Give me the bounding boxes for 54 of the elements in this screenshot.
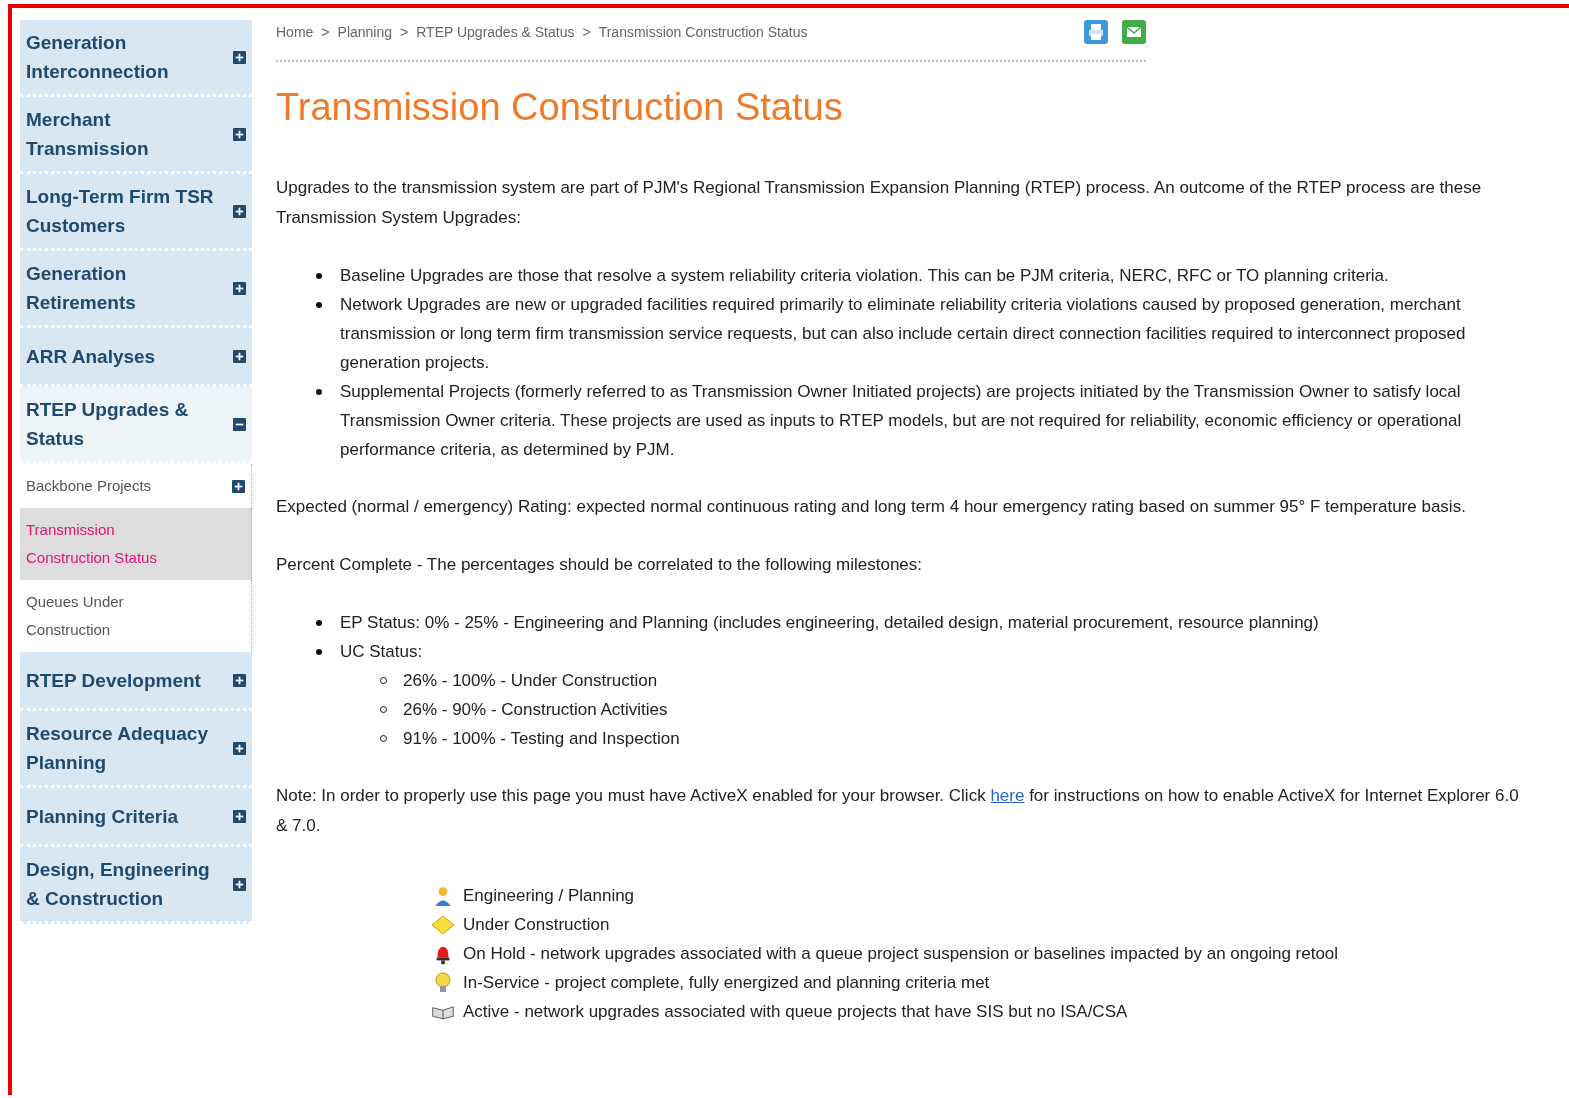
bullet-icon [316,649,322,655]
legend-label: On Hold - network upgrades associated with a queue project suspension or baselines impacted by an ongoing retool [463,943,1339,965]
print-icon[interactable] [1084,20,1108,44]
expand-icon[interactable] [233,741,246,755]
list-item: 91% - 100% - Testing and Inspection [403,728,680,750]
bullet-icon [316,273,322,279]
list-item: UC Status: [340,641,423,663]
expand-icon[interactable] [232,479,245,493]
sidebar-item[interactable]: RTEP Upgrades & Status [20,387,252,464]
here-link[interactable]: here [990,786,1025,805]
sidebar-item[interactable]: ARR Analyses [20,328,252,387]
sidebar-item[interactable]: Planning Criteria [20,788,252,847]
expand-icon[interactable] [233,673,246,687]
rating-paragraph: Expected (normal / emergency) Rating: expected normal continuous rating and long term 4 hour emergency rating based on summer 95° F temperature basis. [276,496,1467,518]
sidebar-item[interactable]: Long-Term Firm TSR Customers [20,174,252,251]
sidebar-item[interactable]: RTEP Development [20,652,252,711]
sidebar-item[interactable]: Generation Interconnection [20,20,252,97]
breadcrumb-separator: > [582,24,591,40]
legend-label: Engineering / Planning [463,885,635,907]
list-item: Baseline Upgrades are those that resolve a system reliability criteria violation. This can be PJM criteria, NERC, RFC or TO planning criteria. [340,265,1389,287]
sidebar-item[interactable]: Resource Adequacy Planning [20,711,252,788]
expand-icon[interactable] [233,50,246,64]
note-paragraph: Note: In order to properly use this page you must have ActiveX enabled for your browser. Click here for instructions on how to enable ActiveX for Internet Explorer 6.0 & 7.0. [276,785,1520,837]
sidebar-item[interactable]: Design, Engineering & Construction [20,847,252,924]
breadcrumb-link[interactable]: Planning [337,24,393,40]
page-title: Transmission Construction Status [276,86,844,129]
breadcrumb-link[interactable]: Home [276,24,314,40]
sidebar-item[interactable]: Generation Retirements [20,251,252,328]
expand-icon[interactable] [233,127,246,141]
breadcrumb-link[interactable]: RTEP Upgrades & Status [416,24,575,40]
list-item: 26% - 100% - Under Construction [403,670,658,692]
list-item: Network Upgrades are new or upgraded facilities required primarily to eliminate reliability criteria violations caused by proposed generation, merchant transmission or long term firm transmission service requests, but can also include certain direct connection facilities required to interconnect proposed generation projects. [340,294,1467,374]
collapse-icon[interactable] [233,417,246,431]
legend-label: Under Construction [463,914,610,936]
expand-icon[interactable] [233,877,246,891]
diamond-icon [431,913,455,936]
legend-label: In-Service - project complete, fully energized and planning criteria met [463,972,990,994]
expand-icon[interactable] [233,281,246,295]
bullet-icon [316,389,322,395]
legend-label: Active - network upgrades associated with queue projects that have SIS but no ISA/CSA [463,1001,1128,1023]
list-item: EP Status: 0% - 25% - Engineering and Planning (includes engineering, detailed design, material procurement, resource planning) [340,612,1319,634]
sidebar-item[interactable]: Merchant Transmission [20,97,252,174]
breadcrumb-separator: > [321,24,330,40]
expand-icon[interactable] [233,204,246,218]
bullet-icon [316,302,322,308]
list-item: Supplemental Projects (formerly referred to as Transmission Owner Initiated projects) are projects initiated by the Transmission Owner to satisfy local Transmission Owner criteria. These projects are used as inputs to RTEP models, but are not required for reliability, economic efficiency or operational performance criteria, as determined by PJM. [340,381,1463,461]
percent-paragraph: Percent Complete - The percentages should be correlated to the following milestones: [276,554,924,576]
list-item: 26% - 90% - Construction Activities [403,699,668,721]
expand-icon[interactable] [233,349,246,363]
mail-icon[interactable] [1122,20,1146,44]
expand-icon[interactable] [233,809,246,823]
bullet-icon [316,620,322,626]
breadcrumb-separator: > [400,24,409,40]
intro-paragraph: Upgrades to the transmission system are part of PJM's Regional Transmission Expansion Planning (RTEP) process. An outcome of the RTEP process are these Transmission System Upgrades: [276,177,1483,229]
